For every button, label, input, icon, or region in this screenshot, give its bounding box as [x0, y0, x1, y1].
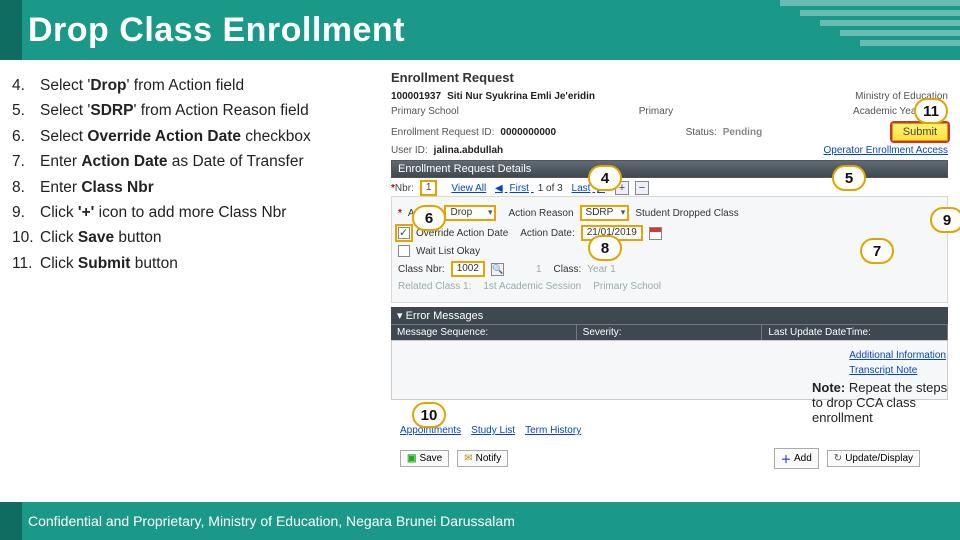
bottom-link[interactable]: Term History: [525, 425, 581, 436]
status-value: Pending: [723, 127, 762, 138]
first-link[interactable]: ◀ First: [493, 183, 534, 194]
status-label: Status:: [686, 127, 717, 138]
section-num: 1: [536, 264, 542, 275]
instruction-step: 7.Enter Action Date as Date of Transfer: [12, 152, 377, 171]
waitlist-checkbox[interactable]: [398, 245, 410, 257]
action-reason-select[interactable]: SDRP: [580, 205, 630, 221]
action-select[interactable]: Drop: [444, 205, 496, 221]
student-id: 100001937: [391, 91, 441, 102]
classnbr-input[interactable]: 1002: [451, 261, 485, 277]
operator-access-link[interactable]: Operator Enrollment Access: [824, 145, 949, 156]
save-button[interactable]: ▣Save: [400, 450, 449, 467]
plus-icon: ＋: [781, 451, 791, 466]
override-checkbox[interactable]: [398, 227, 410, 239]
session-label: 1st Academic Session: [483, 281, 581, 292]
institution-label: Primary School: [593, 281, 661, 292]
notify-icon: ✉: [464, 453, 472, 464]
page-title: Drop Class Enrollment: [28, 11, 405, 50]
submit-button[interactable]: Submit: [892, 123, 948, 141]
calendar-icon[interactable]: [649, 227, 662, 240]
error-column-header: Severity:: [577, 325, 763, 340]
screenshot-panel: Enrollment Request 100001937 Siti Nur Sy…: [385, 60, 960, 400]
grid-nav: View All ◀ First 1 of 3 Last ▶: [449, 183, 609, 194]
callout-11: 11: [914, 98, 948, 124]
instruction-step: 11.Click Submit button: [12, 254, 377, 273]
header-accent: [0, 0, 22, 60]
error-column-header: Message Sequence:: [391, 325, 577, 340]
repeat-note: Note: Repeat the steps to drop CCA class…: [812, 380, 952, 425]
user-label: User ID:: [391, 145, 428, 156]
transcript-note-link[interactable]: Transcript Note: [849, 365, 946, 376]
callout-4: 4: [588, 165, 622, 191]
panel-title: Enrollment Request: [391, 70, 948, 85]
nbr-label: **Nbr:Nbr:: [391, 183, 414, 194]
error-column-header: Last Update DateTime:: [762, 325, 948, 340]
side-links: Additional Information Transcript Note: [849, 350, 946, 376]
instruction-panel: 4.Select 'Drop' from Action field 5.Selec…: [0, 60, 385, 400]
reason-text: Student Dropped Class: [635, 208, 738, 219]
bottom-link[interactable]: Study List: [471, 425, 515, 436]
callout-7: 7: [860, 238, 894, 264]
related-label: Related Class 1:: [398, 281, 471, 292]
reason-label: Action Reason: [508, 208, 573, 219]
slide-footer: Confidential and Proprietary, Ministry o…: [0, 502, 960, 540]
action-date-label: Action Date:: [520, 228, 574, 239]
callout-9: 9: [930, 207, 960, 233]
callout-8: 8: [588, 235, 622, 261]
refresh-icon: ↻: [834, 453, 842, 464]
update-button[interactable]: ↻Update/Display: [827, 450, 920, 467]
callout-10: 10: [412, 402, 446, 428]
save-icon: ▣: [407, 453, 416, 464]
footer-text: Confidential and Proprietary, Ministry o…: [28, 513, 515, 529]
error-header[interactable]: Error Messages: [391, 307, 948, 324]
class-label: Class:: [554, 264, 582, 275]
instruction-step: 5.Select 'SDRP' from Action Reason field: [12, 101, 377, 120]
additional-info-link[interactable]: Additional Information: [849, 350, 946, 361]
waitlist-label: Wait List Okay: [416, 246, 480, 257]
class-value: Year 1: [587, 264, 616, 275]
callout-5: 5: [832, 165, 866, 191]
header-decoration: [760, 0, 960, 60]
reqid-value: 0000000000: [500, 127, 556, 138]
term-label: Primary: [639, 106, 673, 117]
instruction-step: 8.Enter Class Nbr: [12, 178, 377, 197]
reqid-label: Enrollment Request ID:: [391, 127, 494, 138]
view-all-link[interactable]: View All: [451, 183, 486, 194]
notify-button[interactable]: ✉Notify: [457, 450, 508, 467]
student-name: Siti Nur Syukrina Emli Je'eridin: [447, 91, 595, 102]
school-type: Primary School: [391, 106, 459, 117]
classnbr-label: Class Nbr:: [398, 264, 445, 275]
instruction-step: 6.Select Override Action Date checkbox: [12, 127, 377, 146]
slide-header: Drop Class Enrollment: [0, 0, 960, 60]
year-label: Academic Year: [853, 106, 920, 117]
instruction-step: 10.Click Save button: [12, 228, 377, 247]
user-value: jalina.abdullah: [434, 145, 503, 156]
range-text: 1 of 3: [538, 183, 563, 194]
delete-row-icon[interactable]: −: [635, 181, 649, 195]
nbr-input[interactable]: 1: [420, 180, 438, 196]
lookup-icon[interactable]: 🔍: [491, 263, 504, 276]
instruction-step: 4.Select 'Drop' from Action field: [12, 76, 377, 95]
add-button[interactable]: ＋Add: [774, 448, 819, 469]
instruction-step: 9.Click '+' icon to add more Class Nbr: [12, 203, 377, 222]
callout-6: 6: [412, 205, 446, 231]
action-button-row: ▣Save ✉Notify ＋Add ↻Update/Display: [400, 448, 920, 469]
